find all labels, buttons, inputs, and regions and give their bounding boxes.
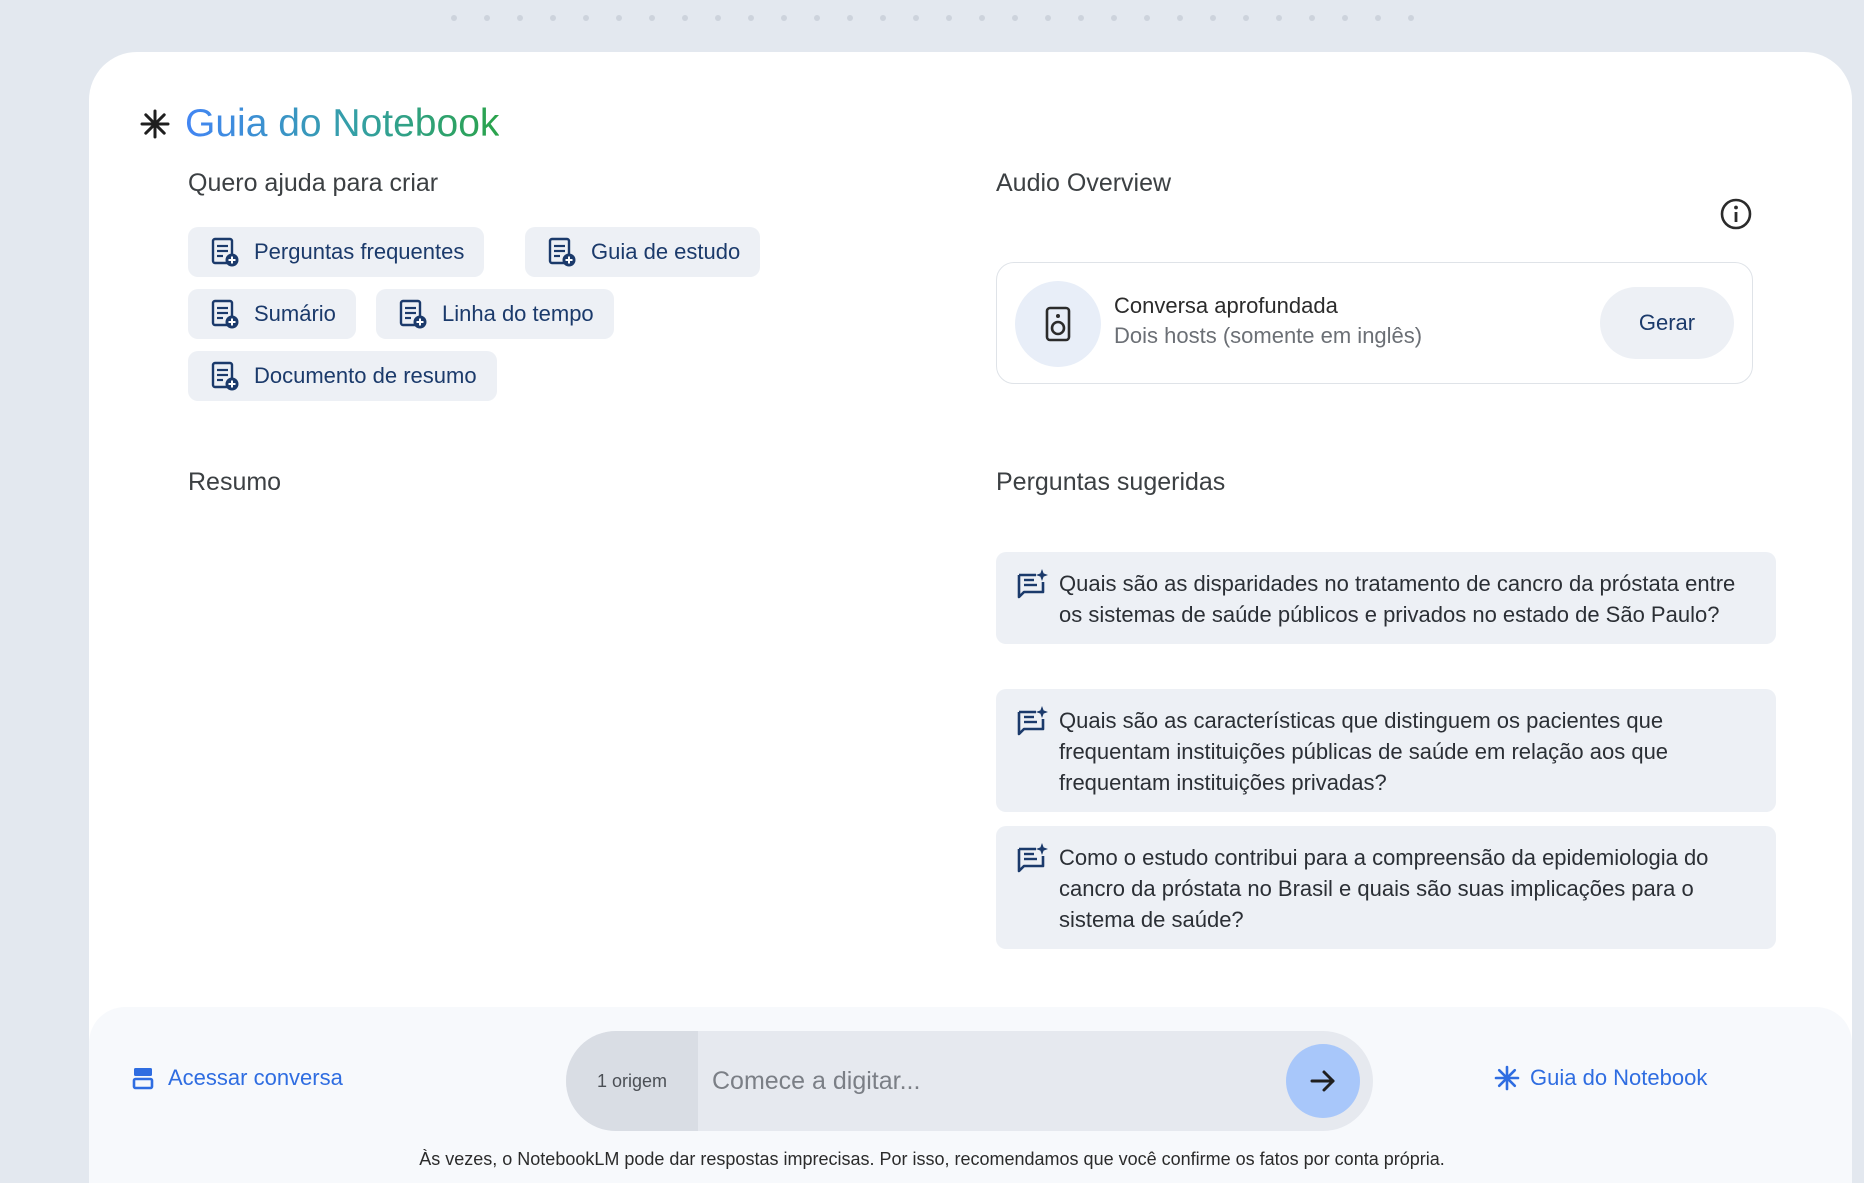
chip-guia-de-estudo[interactable]: Guia de estudo (525, 227, 761, 277)
notebook-guide-link[interactable]: Guia do Notebook (1494, 1065, 1707, 1091)
chip-documento-de-resumo[interactable]: Documento de resumo (188, 351, 497, 401)
send-button[interactable] (1286, 1044, 1360, 1118)
chat-box: 1 origem (566, 1031, 1373, 1131)
doc-add-icon (548, 237, 576, 267)
generate-button[interactable]: Gerar (1600, 287, 1734, 359)
disclaimer-text: Às vezes, o NotebookLM pode dar resposta… (419, 1149, 1445, 1169)
speaker-avatar (1015, 281, 1101, 367)
suggested-question[interactable]: Quais são as características que disting… (996, 689, 1776, 812)
notebook-guide-page: Guia do Notebook Quero ajuda para criar … (0, 0, 1864, 1183)
chip-label: Sumário (254, 301, 336, 326)
access-chat-link[interactable]: Acessar conversa (132, 1065, 343, 1091)
question-text: Quais são as disparidades no tratamento … (1059, 571, 1736, 627)
question-spark-icon (1017, 706, 1048, 736)
guide-title: Guia do Notebook (185, 102, 500, 145)
arrow-right-icon (1310, 1070, 1335, 1092)
suggested-question[interactable]: Quais são as disparidades no tratamento … (996, 552, 1776, 644)
suggested-question[interactable]: Como o estudo contribui para a compreens… (996, 826, 1776, 949)
create-heading: Quero ajuda para criar (188, 169, 439, 197)
doc-add-icon (211, 299, 239, 329)
drag-handle[interactable] (0, 15, 1864, 27)
info-icon[interactable] (1719, 197, 1753, 231)
chip-label: Guia de estudo (591, 239, 741, 264)
guide-header: Guia do Notebook (139, 102, 499, 146)
notebook-guide-label: Guia do Notebook (1530, 1065, 1708, 1090)
chip-label: Documento de resumo (254, 363, 477, 388)
audio-subtitle: Dois hosts (somente em inglês) (1114, 323, 1423, 348)
chip-perguntas-frequentes[interactable]: Perguntas frequentes (188, 227, 485, 277)
spark-icon (140, 109, 170, 139)
audio-overview-heading: Audio Overview (996, 169, 1172, 197)
source-count-badge[interactable]: 1 origem (566, 1031, 698, 1131)
question-text: Quais são as características que disting… (1059, 708, 1669, 795)
speaker-icon (1045, 306, 1071, 342)
question-spark-icon (1017, 569, 1048, 599)
doc-add-icon (399, 299, 427, 329)
audio-title: Conversa aprofundada (1114, 293, 1338, 318)
doc-add-icon (211, 237, 239, 267)
doc-add-icon (211, 361, 239, 391)
access-chat-label: Acessar conversa (168, 1065, 343, 1090)
audio-overview-card: Conversa aprofundada Dois hosts (somente… (996, 262, 1753, 384)
chip-sumario[interactable]: Sumário (188, 289, 356, 339)
summary-heading: Resumo (188, 468, 282, 496)
spark-icon (1494, 1065, 1520, 1091)
question-spark-icon (1017, 843, 1048, 873)
chat-panel-icon (132, 1068, 154, 1090)
suggested-questions-heading: Perguntas sugeridas (996, 468, 1226, 496)
chip-label: Perguntas frequentes (254, 239, 465, 264)
chip-label: Linha do tempo (442, 301, 594, 326)
chip-linha-do-tempo[interactable]: Linha do tempo (376, 289, 614, 339)
chat-input[interactable] (698, 1031, 1258, 1131)
question-text: Como o estudo contribui para a compreens… (1059, 845, 1709, 932)
